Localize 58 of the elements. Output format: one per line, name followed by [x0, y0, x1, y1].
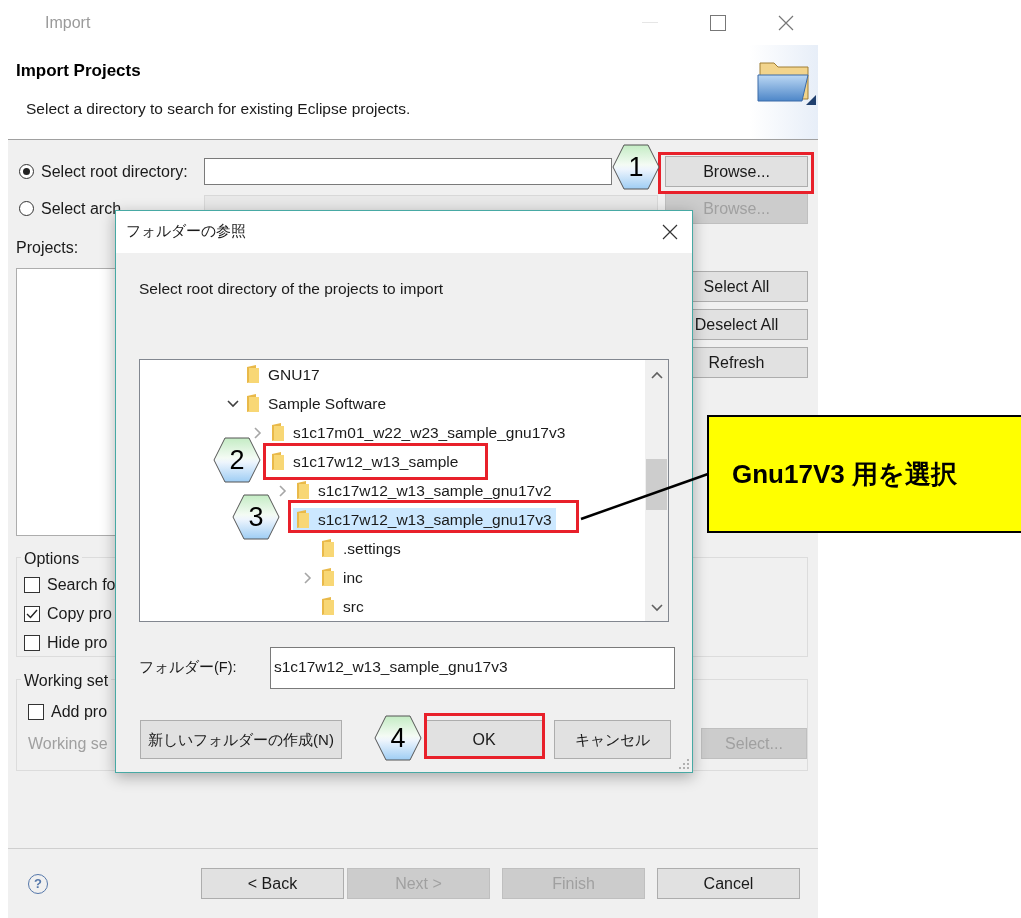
field-label: Copy pro: [47, 604, 112, 624]
push-button[interactable]: Cancel: [657, 868, 800, 899]
folder-icon: [321, 539, 335, 559]
scrollbar[interactable]: [645, 360, 668, 622]
tree-item[interactable]: inc: [318, 565, 367, 590]
field-label: Add pro: [51, 702, 108, 722]
folder-icon: [321, 568, 335, 588]
scroll-down-icon: [650, 604, 663, 613]
tree-item[interactable]: s1c17w12_w13_sample: [268, 449, 463, 474]
step-badge: 2: [213, 437, 261, 483]
folder-icon: [271, 423, 285, 443]
folder-icon: [296, 481, 310, 501]
chevron-down-icon[interactable]: [227, 399, 239, 408]
field-label: Working se: [28, 733, 108, 754]
field-label: Hide pro: [47, 633, 108, 653]
step-badge: 4: [374, 715, 422, 761]
tree-item[interactable]: s1c17w12_w13_sample_gnu17v3: [293, 507, 556, 532]
step-badge: 3: [232, 494, 280, 540]
dialog-title: フォルダーの参照: [126, 222, 247, 242]
push-button[interactable]: < Back: [201, 868, 344, 899]
field-label: Select root directory:: [41, 161, 188, 182]
path-field[interactable]: [204, 158, 612, 185]
tree-item[interactable]: src: [318, 594, 368, 619]
field-label: Select arch: [41, 198, 122, 219]
folder-field[interactable]: s1c17w12_w13_sample_gnu17v3: [270, 647, 675, 690]
callout-note: Gnu17V3 用を選択: [707, 415, 1021, 533]
close-icon: [662, 224, 678, 240]
scroll-up-icon: [650, 371, 663, 380]
scroll-thumb[interactable]: [646, 459, 667, 511]
push-button[interactable]: キャンセル: [554, 720, 671, 760]
tree-item[interactable]: s1c17w12_w13_sample_gnu17v2: [293, 478, 556, 503]
tree-item[interactable]: GNU17: [243, 362, 324, 387]
field-label: Search fo: [47, 575, 116, 595]
tree-item[interactable]: Sample Software: [243, 391, 391, 416]
push-button[interactable]: 新しいフォルダーの作成(N): [140, 720, 342, 760]
close-icon: [778, 14, 794, 31]
maximize-icon: [710, 14, 726, 31]
tree-item[interactable]: .settings: [318, 536, 405, 561]
checkbox[interactable]: [24, 606, 40, 622]
folder-icon: [246, 365, 260, 385]
window-title: Import: [45, 12, 91, 33]
tree-item[interactable]: s1c17m01_w22_w23_sample_gnu17v3: [268, 420, 570, 445]
folder-icon: [296, 510, 310, 530]
page-title: Import Projects: [15, 60, 142, 82]
checkbox[interactable]: [24, 635, 40, 651]
field-label: フォルダー(F):: [139, 658, 238, 678]
folder-icon: [246, 394, 260, 414]
field-label: Projects:: [16, 238, 80, 258]
radio-button[interactable]: [19, 201, 34, 216]
dialog-prompt: Select root directory of the projects to import: [139, 279, 445, 299]
push-button[interactable]: Browse...: [665, 156, 808, 187]
folder-icon: [321, 597, 335, 617]
resize-grip-icon: [679, 759, 689, 769]
radio-button[interactable]: [19, 164, 34, 179]
page-description: Select a directory to search for existing Eclipse projects.: [25, 98, 412, 119]
folder-icon: [271, 452, 285, 472]
step-badge: 1: [612, 144, 660, 190]
checkbox[interactable]: [24, 577, 40, 593]
